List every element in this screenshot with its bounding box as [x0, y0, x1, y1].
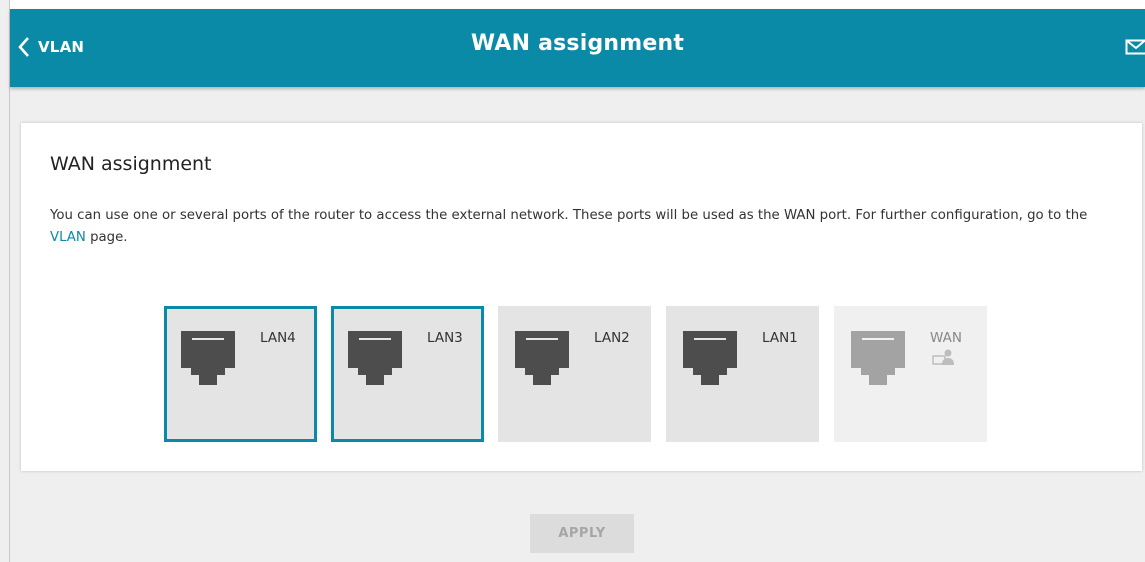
port-lan3[interactable]: LAN3 [331, 306, 484, 442]
ethernet-port-icon [348, 331, 402, 391]
internet-user-icon [932, 348, 954, 370]
port-lan4[interactable]: LAN4 [164, 306, 317, 442]
page-title: WAN assignment [470, 31, 685, 56]
vlan-link[interactable]: VLAN [50, 230, 86, 245]
section-description: You can use one or several ports of the … [50, 205, 1110, 249]
description-text-end: page. [85, 230, 128, 245]
port-label: LAN2 [594, 330, 630, 346]
port-wan: WAN [834, 306, 987, 442]
ethernet-port-icon [683, 331, 737, 391]
port-label: LAN1 [762, 330, 798, 346]
port-label: WAN [930, 330, 962, 346]
port-label: LAN3 [427, 330, 463, 346]
window-top-strip [9, 0, 1145, 9]
port-lan1[interactable]: LAN1 [666, 306, 819, 442]
apply-button[interactable]: APPLY [530, 514, 634, 553]
wan-assignment-card: WAN assignment You can use one or severa… [21, 123, 1142, 471]
port-label: LAN4 [260, 330, 296, 346]
ethernet-port-icon [181, 331, 235, 391]
section-title: WAN assignment [50, 153, 212, 175]
ethernet-port-icon [515, 331, 569, 391]
mail-icon[interactable] [1125, 39, 1145, 55]
description-text: You can use one or several ports of the … [50, 208, 1088, 223]
port-lan2[interactable]: LAN2 [498, 306, 651, 442]
ethernet-port-icon [851, 331, 905, 391]
top-bar: VLAN WAN assignment [10, 9, 1145, 87]
